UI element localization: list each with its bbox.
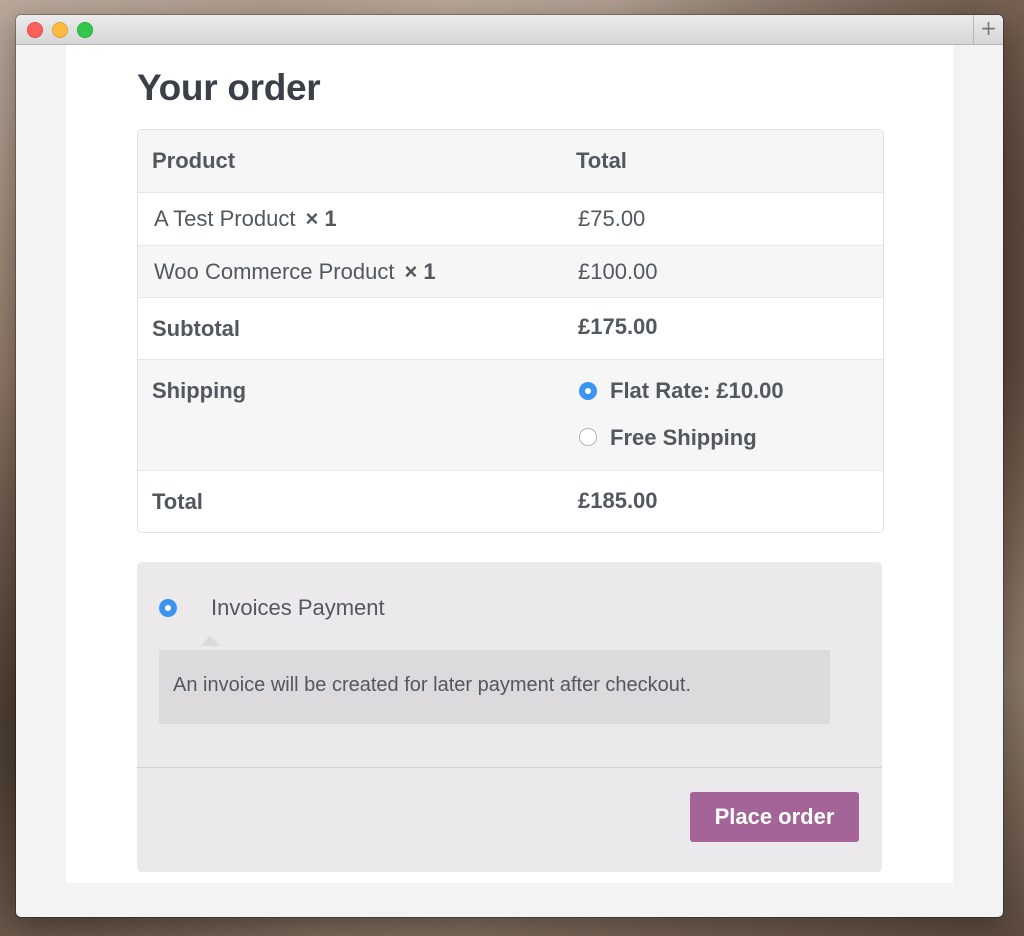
order-total-label: Total [152,489,203,514]
free-shipping-radio[interactable] [579,428,597,446]
product-total: £100.00 [578,259,658,284]
subtotal-label: Subtotal [152,316,240,341]
subtotal-row: Subtotal £175.00 [138,297,883,359]
subtotal-value: £175.00 [578,314,658,339]
shipping-row: Shipping Flat Rate: £10.00 Free Shipping [138,359,883,470]
plus-icon: + [980,16,997,40]
new-tab-button[interactable]: + [973,15,1003,44]
maximize-window-button[interactable] [77,22,93,38]
browser-window: + Your order Product Total A Test Produc… [16,15,1003,917]
product-name-text: A Test Product [154,206,296,231]
flat-rate-option-label[interactable]: Flat Rate: £10.00 [610,378,784,404]
divider [137,767,882,768]
product-name: A Test Product × 1 [154,206,337,232]
title-bar: + [16,15,1003,45]
product-column-header: Product [152,148,236,173]
payment-description-box: An invoice will be created for later pay… [159,650,830,724]
checkout-page: Your order Product Total A Test Product ×… [66,45,953,883]
invoices-payment-radio[interactable] [159,599,177,617]
table-row: A Test Product × 1 £75.00 [138,192,883,245]
close-window-button[interactable] [27,22,43,38]
order-total-row: Total £185.00 [138,470,883,532]
product-name-text: Woo Commerce Product [154,259,395,284]
product-total: £75.00 [578,206,646,231]
table-row: Woo Commerce Product × 1 £100.00 [138,245,883,297]
description-pointer [200,636,220,646]
flat-rate-radio[interactable] [579,382,597,400]
page-title: Your order [137,67,321,108]
minimize-window-button[interactable] [52,22,68,38]
invoices-payment-label[interactable]: Invoices Payment [211,595,385,621]
product-quantity: × 1 [305,206,337,231]
payment-section: Invoices Payment An invoice will be crea… [137,562,882,872]
total-column-header: Total [576,148,627,173]
table-header-row: Product Total [138,130,883,192]
free-shipping-option-label[interactable]: Free Shipping [610,425,757,451]
product-quantity: × 1 [404,259,436,284]
payment-description: An invoice will be created for later pay… [173,674,692,696]
place-order-button[interactable]: Place order [690,792,859,842]
order-review-table: Product Total A Test Product × 1 £75.00 W… [137,129,884,533]
product-name: Woo Commerce Product × 1 [154,259,436,285]
order-total-value: £185.00 [578,488,658,513]
shipping-label: Shipping [152,378,247,403]
